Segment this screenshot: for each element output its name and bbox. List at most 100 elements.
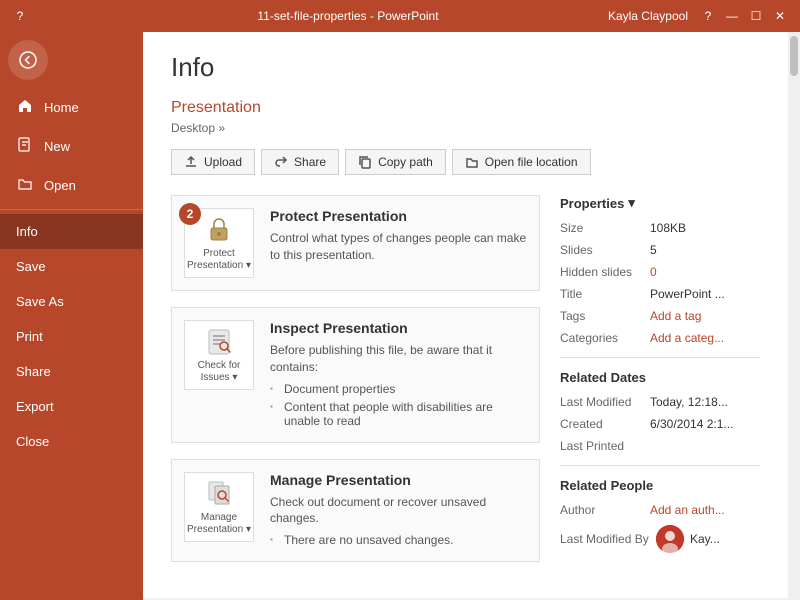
prop-title-label: Title [560, 287, 650, 301]
page-title: Info [171, 52, 760, 83]
sidebar-item-print[interactable]: Print [0, 319, 143, 354]
manage-list: There are no unsaved changes. [270, 531, 527, 549]
sidebar-item-close-label: Close [16, 434, 49, 449]
protect-badge: 2 [179, 203, 201, 225]
prop-size: Size 108KB [560, 221, 760, 235]
upload-button[interactable]: Upload [171, 149, 255, 175]
share-button[interactable]: Share [261, 149, 339, 175]
sidebar-item-info-label: Info [16, 224, 38, 239]
vertical-scrollbar[interactable] [788, 32, 800, 600]
sidebar-item-save-as[interactable]: Save As [0, 284, 143, 319]
prop-last-modified: Last Modified Today, 12:18... [560, 395, 760, 409]
inspect-item-1: Document properties [270, 380, 527, 398]
prop-categories: Categories Add a categ... [560, 331, 760, 345]
info-columns: 2 ProtectPresentation ▾ Protect Presenta… [171, 195, 760, 578]
inspect-icon [203, 326, 235, 358]
prop-tags-value[interactable]: Add a tag [650, 309, 760, 323]
prop-title-value: PowerPoint ... [650, 287, 760, 301]
help-icon-button[interactable]: ? [696, 6, 720, 26]
prop-title: Title PowerPoint ... [560, 287, 760, 301]
lock-icon [203, 214, 235, 246]
manage-icon-label: ManagePresentation ▾ [187, 512, 251, 536]
prop-created-value: 6/30/2014 2:1... [650, 417, 760, 431]
sidebar-item-export[interactable]: Export [0, 389, 143, 424]
sidebar-item-save-label: Save [16, 259, 46, 274]
properties-title: Properties ▾ [560, 195, 760, 211]
prop-slides-value: 5 [650, 243, 760, 257]
inspect-content: Inspect Presentation Before publishing t… [270, 320, 527, 430]
sidebar-item-info[interactable]: Info [0, 214, 143, 249]
prop-divider-1 [560, 357, 760, 358]
sidebar-item-export-label: Export [16, 399, 54, 414]
protect-title: Protect Presentation [270, 208, 527, 224]
sidebar-item-open[interactable]: Open [0, 166, 143, 205]
protect-section: 2 ProtectPresentation ▾ Protect Presenta… [171, 195, 540, 291]
share-label: Share [294, 155, 326, 169]
prop-modified-value: Today, 12:18... [650, 395, 760, 409]
back-button[interactable] [8, 40, 48, 80]
sidebar-item-home-label: Home [44, 100, 79, 115]
inspect-title: Inspect Presentation [270, 320, 527, 336]
minimize-button[interactable]: — [720, 6, 744, 26]
prop-hidden-slides: Hidden slides 0 [560, 265, 760, 279]
presentation-section-title: Presentation [171, 99, 760, 117]
titlebar-user: Kayla Claypool [608, 9, 688, 23]
sidebar-item-share-label: Share [16, 364, 51, 379]
sidebar-item-save[interactable]: Save [0, 249, 143, 284]
prop-slides-label: Slides [560, 243, 650, 257]
open-location-button[interactable]: Open file location [452, 149, 591, 175]
feature-sections: 2 ProtectPresentation ▾ Protect Presenta… [171, 195, 540, 578]
inspect-icon-box[interactable]: Check forIssues ▾ [184, 320, 254, 390]
content-area: Info Presentation Desktop » Upload Share… [143, 32, 788, 600]
sidebar-item-new[interactable]: New [0, 127, 143, 166]
v-scrollbar-thumb[interactable] [790, 36, 798, 76]
maximize-button[interactable]: ☐ [744, 6, 768, 26]
titlebar: ? 11-set-file-properties - PowerPoint Ka… [0, 0, 800, 32]
upload-label: Upload [204, 155, 242, 169]
inspect-section: Check forIssues ▾ Inspect Presentation B… [171, 307, 540, 443]
prop-hidden-value[interactable]: 0 [650, 265, 760, 279]
prop-created: Created 6/30/2014 2:1... [560, 417, 760, 431]
prop-divider-2 [560, 465, 760, 466]
open-icon [16, 176, 34, 195]
inspect-icon-label: Check forIssues ▾ [198, 360, 241, 384]
prop-categories-label: Categories [560, 331, 650, 345]
sidebar-item-share[interactable]: Share [0, 354, 143, 389]
related-dates-title: Related Dates [560, 370, 760, 385]
prop-modified-label: Last Modified [560, 395, 650, 409]
prop-last-modified-by: Last Modified By Kay... [560, 525, 760, 553]
main-layout: Home New Open Info Save Save As Print [0, 32, 800, 600]
copy-path-button[interactable]: Copy path [345, 149, 446, 175]
manage-title: Manage Presentation [270, 472, 527, 488]
prop-hidden-label: Hidden slides [560, 265, 650, 279]
prop-slides: Slides 5 [560, 243, 760, 257]
related-people-title: Related People [560, 478, 760, 493]
prop-lastmod-label: Last Modified By [560, 532, 650, 546]
manage-icon [203, 478, 235, 510]
sidebar-item-open-label: Open [44, 178, 76, 193]
protect-icon-box[interactable]: 2 ProtectPresentation ▾ [184, 208, 254, 278]
sidebar-divider [0, 209, 143, 210]
inspect-item-2: Content that people with disabilities ar… [270, 398, 527, 430]
manage-content: Manage Presentation Check out document o… [270, 472, 527, 550]
prop-categories-value[interactable]: Add a categ... [650, 331, 760, 345]
prop-tags: Tags Add a tag [560, 309, 760, 323]
help-button[interactable]: ? [8, 6, 32, 26]
prop-tags-label: Tags [560, 309, 650, 323]
manage-description: Check out document or recover unsaved ch… [270, 494, 527, 528]
prop-size-value: 108KB [650, 221, 760, 235]
sidebar-item-home[interactable]: Home [0, 88, 143, 127]
copy-path-label: Copy path [378, 155, 433, 169]
avatar-image [656, 525, 684, 553]
prop-lastmod-value: Kay... [690, 532, 760, 546]
manage-item-1: There are no unsaved changes. [270, 531, 527, 549]
avatar [656, 525, 684, 553]
close-window-button[interactable]: ✕ [768, 6, 792, 26]
sidebar-item-print-label: Print [16, 329, 43, 344]
protect-description: Control what types of changes people can… [270, 230, 527, 264]
sidebar-item-new-label: New [44, 139, 70, 154]
sidebar-item-close[interactable]: Close [0, 424, 143, 459]
manage-icon-box[interactable]: ManagePresentation ▾ [184, 472, 254, 542]
prop-author-value[interactable]: Add an auth... [650, 503, 760, 517]
sidebar-item-save-as-label: Save As [16, 294, 64, 309]
